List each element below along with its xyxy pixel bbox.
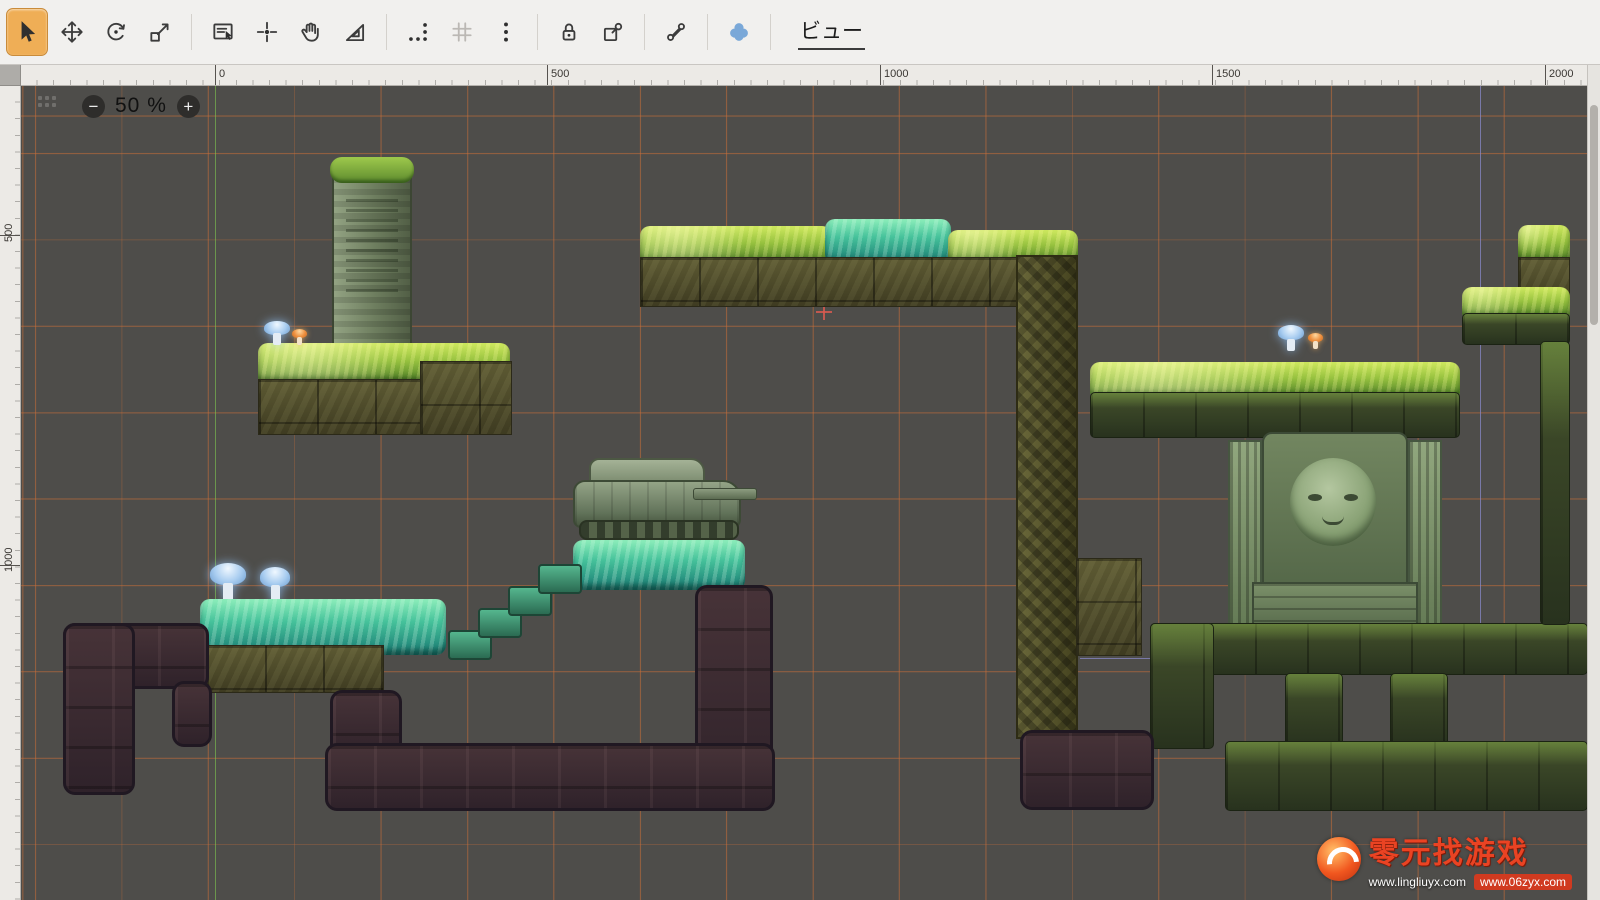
- watermark-url-left: www.lingliuyx.com: [1369, 875, 1466, 889]
- statue-face: [1290, 458, 1376, 546]
- tile-platform-right[interactable]: [1090, 362, 1460, 438]
- tile-moss-column[interactable]: [1390, 673, 1448, 747]
- scale-icon: [147, 19, 173, 45]
- watermark-title: 零元找游戏: [1369, 828, 1529, 872]
- rotate-icon: [103, 19, 129, 45]
- watermark-url-right: www.06zyx.com: [1474, 874, 1572, 890]
- tank-tracks: [579, 520, 739, 540]
- ruler-tick: 2000: [1545, 65, 1573, 85]
- tool-select-button[interactable]: [6, 8, 48, 56]
- blue-flower-icon: [726, 19, 752, 45]
- snap-options-button[interactable]: [486, 9, 526, 55]
- tombstone-moss-cap: [330, 157, 414, 183]
- skeleton-button[interactable]: [656, 9, 696, 55]
- tool-list-select-button[interactable]: [203, 9, 243, 55]
- bone-icon: [663, 19, 689, 45]
- view-menu-label: ビュー: [798, 15, 865, 50]
- select-cursor-icon: [14, 19, 40, 45]
- tile-moss-beam[interactable]: [1150, 623, 1588, 675]
- toolbar-separator: [386, 14, 387, 50]
- tool-ruler-button[interactable]: [335, 9, 375, 55]
- tile-moss-pillar-left[interactable]: [1150, 623, 1214, 749]
- tile-ledge-right-2[interactable]: [1462, 287, 1570, 345]
- pivot-icon: [254, 19, 280, 45]
- watermark: 零元找游戏 www.lingliuyx.com www.06zyx.com: [1317, 828, 1572, 890]
- tool-pan-button[interactable]: [291, 9, 331, 55]
- list-select-icon: [210, 19, 236, 45]
- tile-brown-block-right[interactable]: [1020, 730, 1154, 810]
- level-editor-window: ビュー 0 500 1000 1500 2000 500 1000: [0, 0, 1600, 900]
- watermark-logo-icon: [1317, 837, 1361, 881]
- orange-mushroom-sprite[interactable]: [292, 329, 307, 345]
- toolbar-separator: [537, 14, 538, 50]
- tile-stone-under-left[interactable]: [206, 645, 384, 693]
- scrollbar-thumb[interactable]: [1590, 105, 1598, 325]
- tile-stone-statue[interactable]: [1228, 432, 1438, 630]
- tool-scale-button[interactable]: [140, 9, 180, 55]
- tile-stone-ledge[interactable]: [420, 361, 512, 435]
- ruler-tick: 1000: [0, 565, 20, 566]
- tile-moss-slab-bottom[interactable]: [1225, 741, 1588, 811]
- zoom-in-button[interactable]: +: [177, 95, 200, 118]
- ruler-tick: 500: [547, 65, 569, 85]
- zoom-out-button[interactable]: −: [82, 95, 105, 118]
- move-icon: [59, 19, 85, 45]
- tile-tank[interactable]: [573, 458, 759, 542]
- vertical-dots-icon: [493, 19, 519, 45]
- ruler-triangle-icon: [342, 19, 368, 45]
- blue-guide-vertical[interactable]: [1480, 85, 1481, 660]
- tank-barrel: [693, 488, 757, 500]
- tile-patterned-column[interactable]: [1016, 255, 1078, 739]
- blue-mushroom-sprite[interactable]: [264, 321, 290, 345]
- tile-brown-slab-bottom[interactable]: [325, 743, 775, 811]
- toolbar: ビュー: [0, 0, 1600, 65]
- vertical-scrollbar[interactable]: [1587, 65, 1600, 900]
- lock-button[interactable]: [549, 9, 589, 55]
- skeleton-options-button[interactable]: [719, 9, 759, 55]
- ruler-tick: 1000: [880, 65, 908, 85]
- view-menu-button[interactable]: ビュー: [782, 9, 881, 55]
- toolbar-separator: [644, 14, 645, 50]
- tile-stone-row-top-mid[interactable]: [640, 257, 1078, 307]
- grid-snap-icon: [449, 19, 475, 45]
- tile-moss-column[interactable]: [1285, 673, 1343, 747]
- tile-tank-platform[interactable]: [573, 540, 745, 590]
- zoom-controls: − 50 % +: [38, 94, 200, 118]
- lock-icon: [556, 19, 582, 45]
- horizontal-ruler[interactable]: 0 500 1000 1500 2000: [20, 65, 1588, 86]
- group-button[interactable]: [593, 9, 633, 55]
- smart-snap-button[interactable]: [398, 9, 438, 55]
- group-pin-icon: [600, 19, 626, 45]
- toolbar-separator: [191, 14, 192, 50]
- vertical-ruler[interactable]: 500 1000: [0, 85, 21, 900]
- toolbar-separator: [770, 14, 771, 50]
- grid-snap-button[interactable]: [442, 9, 482, 55]
- tile-stair-step[interactable]: [538, 564, 582, 594]
- ruler-tick: 1500: [1212, 65, 1240, 85]
- ruler-corner: [0, 65, 21, 86]
- pan-hand-icon: [298, 19, 324, 45]
- tool-move-button[interactable]: [52, 9, 92, 55]
- orange-mushroom-sprite[interactable]: [1308, 333, 1323, 349]
- tool-pivot-button[interactable]: [247, 9, 287, 55]
- canvas-options-icon[interactable]: [38, 96, 58, 116]
- ruler-tick: 0: [215, 65, 225, 85]
- viewport-canvas[interactable]: − 50 % + 零元找游戏 www.lingliuyx.com www.06z…: [20, 85, 1588, 900]
- blue-mushroom-sprite[interactable]: [1278, 325, 1304, 351]
- blue-mushroom-sprite[interactable]: [260, 567, 290, 601]
- tool-rotate-button[interactable]: [96, 9, 136, 55]
- blue-mushroom-sprite[interactable]: [210, 563, 246, 601]
- ruler-tick: 500: [0, 235, 20, 236]
- smart-snap-icon: [405, 19, 431, 45]
- tile-right-edge-column[interactable]: [1540, 341, 1570, 625]
- tile-column-branch[interactable]: [1076, 558, 1142, 656]
- green-guide-line[interactable]: [215, 85, 216, 900]
- zoom-level: 50 %: [115, 94, 167, 118]
- tombstone-inscription: [346, 199, 398, 295]
- tile-brown-leg-left[interactable]: [63, 623, 135, 795]
- toolbar-separator: [707, 14, 708, 50]
- tile-tombstone[interactable]: [332, 163, 412, 355]
- tile-brown-block-small[interactable]: [172, 681, 212, 747]
